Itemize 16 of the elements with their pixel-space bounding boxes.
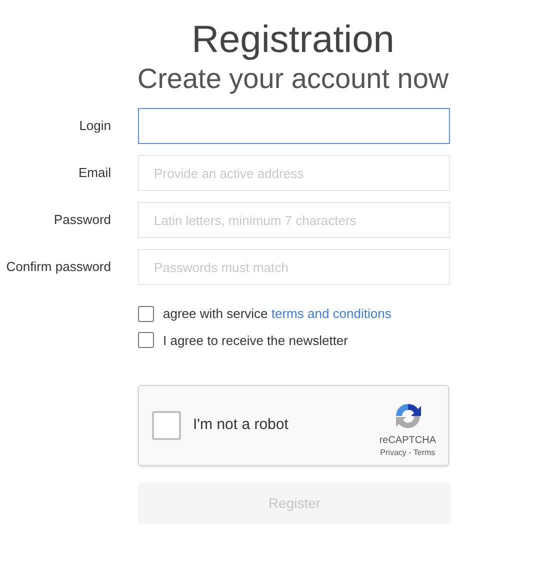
checkbox-label: agree with service terms and conditions (163, 305, 392, 323)
field-label: Confirm password (5, 258, 111, 276)
captcha-label: I'm not a robot (193, 415, 290, 436)
captcha-links[interactable]: Privacy - Terms (380, 446, 436, 458)
page-title: Registration (192, 18, 394, 62)
page-subtitle: Create your account now (137, 62, 449, 96)
field-label: Email (77, 164, 111, 182)
input-field[interactable] (138, 108, 450, 144)
captcha-brand: reCAPTCHA (379, 434, 436, 446)
captcha-checkbox[interactable] (152, 411, 181, 440)
field-label: Password (52, 211, 111, 230)
field-label: Login (78, 117, 111, 136)
checkbox[interactable] (138, 332, 154, 348)
terms-link[interactable]: terms and conditions (271, 306, 392, 321)
checkbox[interactable] (138, 306, 154, 322)
checkbox-label: I agree to receive the newsletter (163, 332, 348, 350)
